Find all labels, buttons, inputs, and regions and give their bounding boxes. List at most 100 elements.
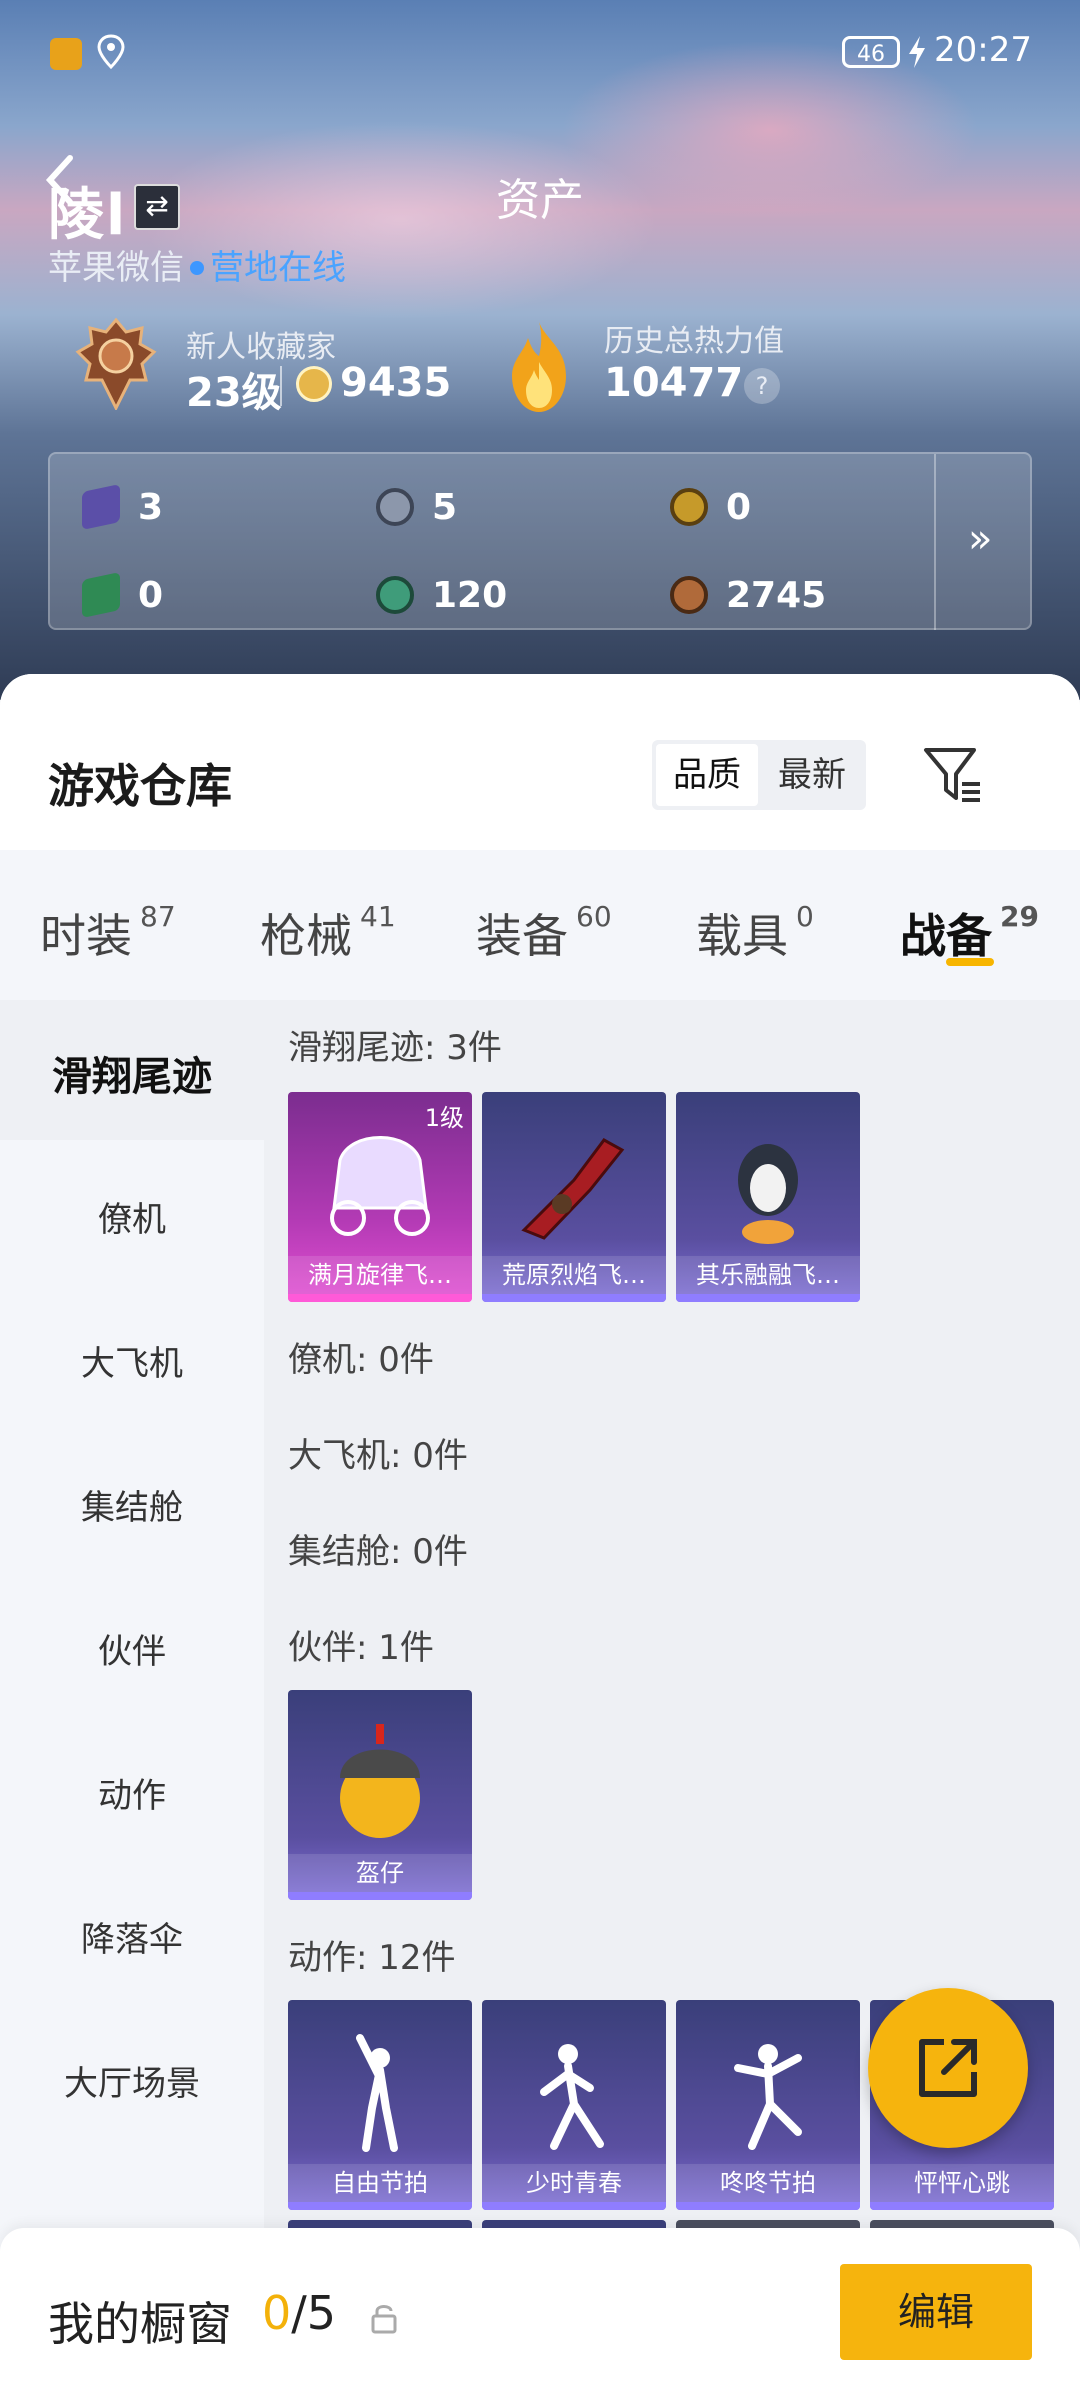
sort-toggle: 品质 最新 — [652, 740, 866, 810]
sidebar-item-companion[interactable]: 伙伴 — [0, 1624, 264, 1673]
item-list: 滑翔尾迹: 3件 1级 满月旋律飞… 荒原烈焰飞… 其乐融融飞… 僚机: 0件 … — [264, 1000, 1080, 2400]
location-icon — [97, 34, 125, 70]
sidebar-item-big-plane[interactable]: 大飞机 — [0, 1336, 264, 1385]
sidebar-item-label: 滑翔尾迹 — [52, 1054, 212, 1100]
active-tab-indicator — [946, 958, 994, 966]
rarity-bar — [288, 1892, 472, 1900]
account-platform: 苹果微信 — [48, 248, 184, 288]
dancer-icon — [356, 2034, 398, 2152]
showcase-label: 我的橱窗 — [48, 2297, 232, 2351]
rarity-bar — [288, 1294, 472, 1302]
heat-title: 历史总热力值 — [604, 324, 784, 359]
item-name: 咚咚节拍 — [676, 2164, 860, 2202]
share-button[interactable] — [868, 1988, 1028, 2148]
rarity-bar — [870, 2202, 1054, 2210]
tab-equipment[interactable]: 装备 60 — [476, 900, 612, 966]
currency-panel[interactable]: 3 5 0 0 120 2745 » — [48, 452, 1032, 630]
sidebar-item-parachute[interactable]: 降落伞 — [0, 1912, 264, 1961]
item-name: 荒原烈焰飞… — [482, 1256, 666, 1294]
showcase-bar: 我的橱窗 0/5 编辑 — [0, 2228, 1080, 2400]
nickname: 陵l — [48, 183, 128, 248]
currency-value: 0 — [726, 486, 752, 528]
section-title: 伙伴: 1件 — [288, 1628, 434, 1668]
account-line: 苹果微信 营地在线 — [48, 240, 346, 289]
item-name: 其乐融融飞… — [676, 1256, 860, 1294]
tab-fashion[interactable]: 时装 87 — [40, 900, 176, 966]
item-tile[interactable]: 自由节拍 — [288, 2000, 472, 2210]
rarity-bar — [676, 2202, 860, 2210]
online-dot — [190, 261, 204, 275]
collector-coin-value: 9435 — [340, 360, 452, 406]
sidebar-item-glide-trail[interactable]: 滑翔尾迹 — [0, 1000, 264, 1140]
currency-value: 0 — [138, 574, 164, 616]
edit-button[interactable]: 编辑 — [840, 2264, 1032, 2360]
item-tile[interactable]: 咚咚节拍 — [676, 2000, 860, 2210]
sort-quality-button[interactable]: 品质 — [656, 744, 758, 806]
share-icon — [919, 2039, 977, 2097]
sort-newest-button[interactable]: 最新 — [762, 744, 862, 806]
category-tabs: 时装 87 枪械 41 装备 60 载具 0 战备 29 — [0, 850, 1080, 1000]
tab-label: 战备 — [900, 909, 992, 963]
sidebar-item-rally-pod[interactable]: 集结舱 — [0, 1480, 264, 1529]
lock-icon — [371, 2305, 397, 2334]
currency-item: 5 — [376, 482, 457, 532]
tab-battle-prep[interactable]: 战备 29 — [900, 900, 1039, 966]
gold-token-icon — [670, 488, 708, 526]
more-arrows-icon[interactable]: » — [968, 516, 992, 562]
tab-count: 0 — [796, 900, 814, 933]
warehouse-header: 游戏仓库 品质 最新 — [0, 674, 1080, 850]
currency-value: 5 — [432, 486, 458, 528]
tab-label: 枪械 — [260, 909, 352, 963]
currency-item: 0 — [670, 482, 751, 532]
tab-label: 装备 — [476, 909, 568, 963]
item-tile[interactable]: 其乐融融飞… — [676, 1092, 860, 1302]
green-coin-icon — [376, 576, 414, 614]
warehouse-title: 游戏仓库 — [48, 759, 232, 813]
heat-value: 10477 — [604, 360, 744, 406]
rarity-bar — [482, 2202, 666, 2210]
section-title: 集结舱: 0件 — [288, 1532, 468, 1572]
item-name: 自由节拍 — [288, 2164, 472, 2202]
divider — [934, 454, 936, 630]
showcase-used: 0 — [262, 2286, 292, 2340]
silver-coin-icon — [376, 488, 414, 526]
sidebar-item-wingman[interactable]: 僚机 — [0, 1192, 264, 1241]
item-tile[interactable]: 盔仔 — [288, 1690, 472, 1900]
collector-coin-icon — [296, 366, 332, 402]
currency-item: 2745 — [670, 570, 826, 620]
item-name: 怦怦心跳 — [870, 2164, 1054, 2202]
flame-wing-icon — [521, 1138, 625, 1240]
item-tile[interactable]: 1级 满月旋律飞… — [288, 1092, 472, 1302]
section-title: 动作: 12件 — [288, 1938, 456, 1978]
charging-icon — [909, 36, 925, 68]
help-icon[interactable]: ? — [744, 368, 780, 404]
sidebar-item-emote[interactable]: 动作 — [0, 1768, 264, 1817]
item-tile[interactable]: 荒原烈焰飞… — [482, 1092, 666, 1302]
subcategory-sidebar: 滑翔尾迹 僚机 大飞机 集结舱 伙伴 动作 降落伞 大厅场景 — [0, 1000, 264, 2400]
app-notification-icon — [50, 38, 82, 70]
tab-count: 87 — [140, 900, 176, 933]
currency-value: 3 — [138, 486, 164, 528]
tab-vehicles[interactable]: 载具 0 — [696, 900, 814, 966]
purple-card-icon — [82, 483, 120, 531]
tab-count: 60 — [576, 900, 612, 933]
flame-icon — [512, 322, 566, 412]
currency-item: 3 — [82, 482, 163, 532]
green-card-icon — [82, 571, 120, 619]
rarity-bar — [288, 2202, 472, 2210]
item-name: 满月旋律飞… — [288, 1256, 472, 1294]
currency-item: 120 — [376, 570, 507, 620]
item-tile[interactable]: 少时青春 — [482, 2000, 666, 2210]
filter-icon[interactable] — [922, 744, 984, 806]
tab-count: 41 — [360, 900, 396, 933]
rarity-bar — [676, 1294, 860, 1302]
online-status: 营地在线 — [210, 248, 346, 288]
section-title: 僚机: 0件 — [288, 1340, 434, 1380]
status-time: 20:27 — [934, 30, 1032, 70]
section-title: 大飞机: 0件 — [288, 1436, 468, 1476]
sidebar-item-lobby-scene[interactable]: 大厅场景 — [0, 2056, 264, 2105]
switch-account-icon[interactable]: ⇄ — [134, 184, 180, 230]
tab-guns[interactable]: 枪械 41 — [260, 900, 396, 966]
status-bar: 46 20:27 — [0, 0, 1080, 100]
currency-value: 2745 — [726, 574, 827, 616]
